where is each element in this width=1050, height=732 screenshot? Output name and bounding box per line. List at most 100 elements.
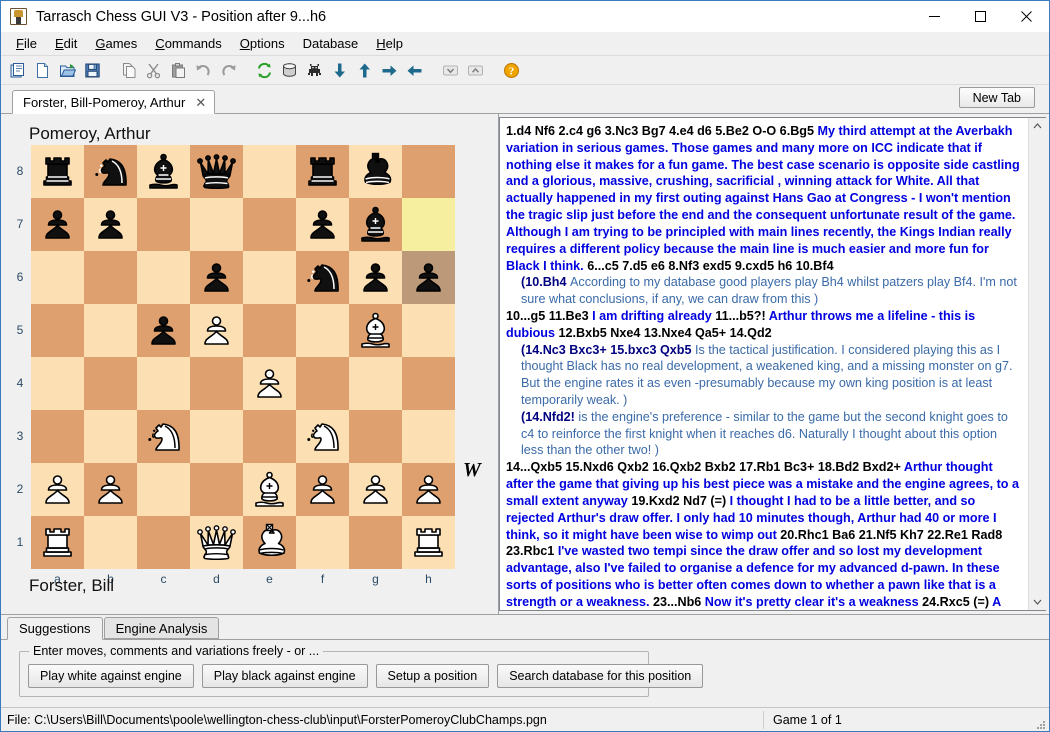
setup-a-position-button[interactable]: Setup a position	[375, 664, 490, 688]
new-document-icon[interactable]	[30, 58, 55, 82]
board-square-a7[interactable]	[31, 198, 84, 251]
black-pawn-f7[interactable]	[300, 202, 345, 247]
menu-games[interactable]: Games	[86, 33, 146, 54]
move-text[interactable]: (14.Nc3 Bxc3+ 15.bxc3 Qxb5	[521, 343, 695, 357]
board-square-c6[interactable]	[137, 251, 190, 304]
board-square-h5[interactable]	[402, 304, 455, 357]
minimize-button[interactable]	[911, 1, 957, 32]
menu-edit[interactable]: Edit	[46, 33, 86, 54]
board-square-c3[interactable]	[137, 410, 190, 463]
board-square-c5[interactable]	[137, 304, 190, 357]
board-square-b3[interactable]	[84, 410, 137, 463]
tab-engine-analysis[interactable]: Engine Analysis	[103, 617, 220, 639]
black-knight-b8[interactable]	[88, 149, 133, 194]
new-game-icon[interactable]	[5, 58, 30, 82]
open-file-icon[interactable]	[55, 58, 80, 82]
black-pawn-c5[interactable]	[141, 308, 186, 353]
comment-text[interactable]: According to my database good players pl…	[521, 275, 1017, 306]
black-bishop-c8[interactable]	[141, 149, 186, 194]
board-square-f7[interactable]	[296, 198, 349, 251]
board-square-e4[interactable]	[243, 357, 296, 410]
flip-board-icon[interactable]	[252, 58, 277, 82]
board-square-h4[interactable]	[402, 357, 455, 410]
menu-file[interactable]: File	[7, 33, 46, 54]
menu-database[interactable]: Database	[294, 33, 368, 54]
board-square-b5[interactable]	[84, 304, 137, 357]
move-text[interactable]: 12.Bxb5 Nxe4 13.Nxe4 Qa5+ 14.Qd2	[558, 326, 771, 340]
board-square-e6[interactable]	[243, 251, 296, 304]
board-square-e3[interactable]	[243, 410, 296, 463]
play-black-against-engine-button[interactable]: Play black against engine	[201, 664, 368, 688]
black-king-g8[interactable]	[353, 149, 398, 194]
board-square-e1[interactable]	[243, 516, 296, 569]
white-pawn-d5[interactable]	[194, 308, 239, 353]
board-square-f1[interactable]	[296, 516, 349, 569]
help-icon[interactable]: ?	[499, 58, 524, 82]
notation-mainline[interactable]: 10...g5 11.Be3 I am drifting already 11.…	[506, 308, 1022, 342]
white-pawn-h2[interactable]	[406, 467, 451, 512]
new-tab-button[interactable]: New Tab	[958, 87, 1035, 108]
move-text[interactable]: 11...b5?!	[715, 309, 768, 323]
resize-grip[interactable]	[1034, 717, 1046, 729]
chess-board[interactable]	[31, 145, 455, 569]
black-pawn-g6[interactable]	[353, 255, 398, 300]
board-square-b4[interactable]	[84, 357, 137, 410]
board-square-e2[interactable]	[243, 463, 296, 516]
board-square-h7[interactable]	[402, 198, 455, 251]
board-square-c8[interactable]	[137, 145, 190, 198]
white-bishop-g5[interactable]	[353, 308, 398, 353]
engine-bug-icon[interactable]	[302, 58, 327, 82]
maximize-button[interactable]	[957, 1, 1003, 32]
arrow-right-icon[interactable]	[377, 58, 402, 82]
arrow-left-icon[interactable]	[402, 58, 427, 82]
board-square-c2[interactable]	[137, 463, 190, 516]
board-square-g7[interactable]	[349, 198, 402, 251]
board-square-d4[interactable]	[190, 357, 243, 410]
white-rook-a1[interactable]	[35, 520, 80, 565]
arrow-up-icon[interactable]	[352, 58, 377, 82]
board-square-d1[interactable]	[190, 516, 243, 569]
white-pawn-a2[interactable]	[35, 467, 80, 512]
cut-icon[interactable]	[141, 58, 166, 82]
redo-icon[interactable]	[216, 58, 241, 82]
board-square-d6[interactable]	[190, 251, 243, 304]
board-square-a5[interactable]	[31, 304, 84, 357]
board-square-d2[interactable]	[190, 463, 243, 516]
board-square-f4[interactable]	[296, 357, 349, 410]
close-icon[interactable]: ✕	[195, 96, 206, 109]
menu-options[interactable]: Options	[231, 33, 294, 54]
board-square-a6[interactable]	[31, 251, 84, 304]
search-database-button[interactable]: Search database for this position	[497, 664, 704, 688]
black-pawn-d6[interactable]	[194, 255, 239, 300]
board-square-h8[interactable]	[402, 145, 455, 198]
move-text[interactable]: 24.Rxc5 (=)	[922, 595, 992, 609]
scroll-up-icon[interactable]	[1028, 118, 1046, 135]
comment-text[interactable]: Now it's pretty clear it's a weakness	[705, 595, 922, 609]
scroll-down-icon[interactable]	[1028, 593, 1046, 610]
notation-variation[interactable]: (14.Nc3 Bxc3+ 15.bxc3 Qxb5 Is the tactic…	[506, 342, 1022, 409]
database-icon[interactable]	[277, 58, 302, 82]
board-square-b1[interactable]	[84, 516, 137, 569]
move-text[interactable]: 19.Kxd2 Nd7 (=)	[631, 494, 729, 508]
board-square-e8[interactable]	[243, 145, 296, 198]
notation-mainline[interactable]: 1.d4 Nf6 2.c4 g6 3.Nc3 Bg7 4.e4 d6 5.Be2…	[506, 123, 1022, 274]
scrollbar-track[interactable]	[1028, 135, 1046, 593]
comment-text[interactable]: My third attempt at the Averbakh variati…	[506, 124, 1020, 273]
move-text[interactable]: (14.Nfd2!	[521, 410, 578, 424]
move-text[interactable]: 10...g5 11.Be3	[506, 309, 592, 323]
white-pawn-g2[interactable]	[353, 467, 398, 512]
black-pawn-h6[interactable]	[406, 255, 451, 300]
white-king-e1[interactable]	[247, 520, 292, 565]
white-knight-c3[interactable]	[141, 414, 186, 459]
board-square-a1[interactable]	[31, 516, 84, 569]
board-square-d8[interactable]	[190, 145, 243, 198]
notation-variation[interactable]: (10.Bh4 According to my database good pl…	[506, 274, 1022, 308]
white-pawn-e4[interactable]	[247, 361, 292, 406]
board-square-b2[interactable]	[84, 463, 137, 516]
board-square-a8[interactable]	[31, 145, 84, 198]
notation-scrollbar[interactable]	[1028, 118, 1046, 610]
play-white-against-engine-button[interactable]: Play white against engine	[28, 664, 194, 688]
board-square-d3[interactable]	[190, 410, 243, 463]
copy-icon[interactable]	[116, 58, 141, 82]
board-square-f8[interactable]	[296, 145, 349, 198]
